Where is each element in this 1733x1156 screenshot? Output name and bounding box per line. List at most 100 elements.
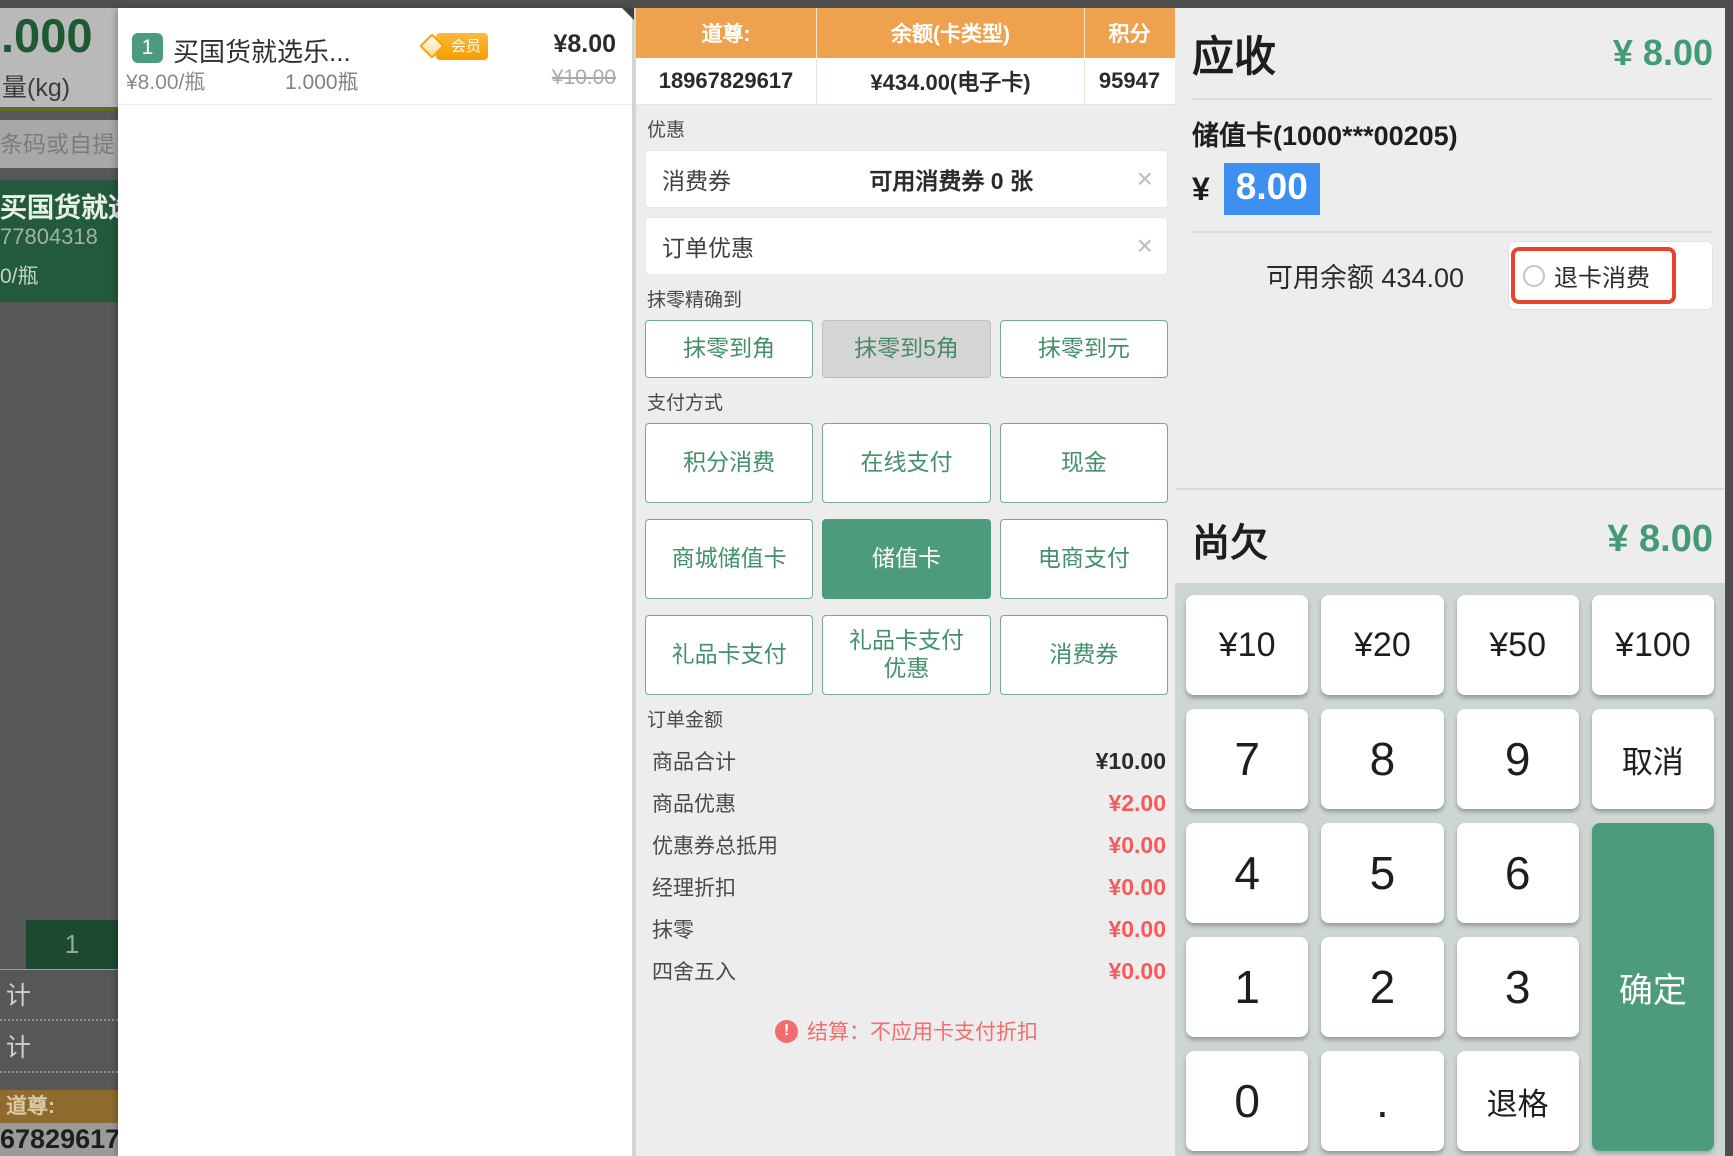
cart-item-row[interactable]: 1 买国货就选乐... 会员 ¥8.00 ¥10.00 ¥8.00/瓶 1.00… bbox=[118, 8, 632, 105]
pay-points-button[interactable]: 积分消费 bbox=[645, 423, 814, 503]
close-icon[interactable]: × bbox=[1137, 232, 1153, 260]
cart-item-unit-price: ¥8.00/瓶 bbox=[126, 71, 206, 94]
subtotal-row-2: 计 bbox=[0, 1023, 118, 1073]
confirm-key[interactable]: 确定 bbox=[1591, 823, 1714, 1151]
member-balance-value: ¥434.00(电子卡) bbox=[817, 58, 1085, 104]
order-discount-label: 订单优惠 bbox=[662, 235, 754, 261]
pay-gift-card-discount-button[interactable]: 礼品卡支付优惠 bbox=[822, 615, 991, 695]
amount-input-line: ¥ 8.00 bbox=[1192, 163, 1713, 233]
coupon-label: 消费券 bbox=[662, 168, 731, 194]
divider-notch bbox=[622, 8, 634, 20]
goods-total-value: ¥10.00 bbox=[1095, 747, 1166, 774]
order-amount-row: 商品优惠 ¥2.00 bbox=[645, 782, 1168, 824]
weight-display: .000 量(kg) bbox=[0, 8, 118, 107]
checkout-panel: 应收 ¥ 8.00 储值卡(1000***00205) ¥ 8.00 可用余额 … bbox=[1175, 8, 1725, 1156]
due-row: 尚欠 ¥ 8.00 bbox=[1192, 500, 1713, 578]
cart-panel: 1 买国货就选乐... 会员 ¥8.00 ¥10.00 ¥8.00/瓶 1.00… bbox=[118, 8, 632, 1156]
pay-cash-button[interactable]: 现金 bbox=[999, 423, 1168, 503]
numpad-1-key[interactable]: 1 bbox=[1186, 937, 1309, 1037]
numpad-6-key[interactable]: 6 bbox=[1456, 823, 1579, 923]
round-half-up-label: 四舍五入 bbox=[652, 961, 736, 984]
manager-discount-value: ¥0.00 bbox=[1108, 873, 1166, 900]
pay-coupon-button[interactable]: 消费券 bbox=[999, 615, 1168, 695]
backspace-key[interactable]: 退格 bbox=[1456, 1051, 1579, 1151]
numpad-dot-key[interactable]: . bbox=[1321, 1051, 1444, 1151]
quantity-cell: 1 bbox=[26, 920, 118, 969]
numpad-7-key[interactable]: 7 bbox=[1186, 709, 1309, 809]
order-amount-row: 抹零 ¥0.00 bbox=[645, 908, 1168, 950]
cart-item-price: ¥8.00 bbox=[553, 30, 616, 58]
cash-100-key[interactable]: ¥100 bbox=[1591, 595, 1714, 695]
cash-10-key[interactable]: ¥10 bbox=[1186, 595, 1309, 695]
order-amount-section-title: 订单金额 bbox=[647, 710, 724, 731]
order-amount-row: 四舍五入 ¥0.00 bbox=[645, 950, 1168, 992]
cart-item-quantity: 1.000瓶 bbox=[285, 71, 359, 94]
pay-mall-stored-card-button[interactable]: 商城储值卡 bbox=[645, 519, 814, 599]
goods-discount-value: ¥2.00 bbox=[1108, 789, 1166, 816]
product-unit-price: 0/瓶 bbox=[0, 265, 39, 288]
receivable-amount: ¥ 8.00 bbox=[1612, 32, 1713, 73]
order-amount-row: 优惠券总抵用 ¥0.00 bbox=[645, 824, 1168, 866]
payment-method-grid: 积分消费 在线支付 现金 商城储值卡 储值卡 电商支付 礼品卡支付 礼品卡支付优… bbox=[645, 423, 1168, 695]
due-divider bbox=[1175, 488, 1725, 490]
pay-stored-card-button[interactable]: 储值卡 bbox=[822, 519, 991, 599]
close-icon[interactable]: × bbox=[1137, 165, 1153, 193]
numpad-2-key[interactable]: 2 bbox=[1321, 937, 1444, 1037]
payment-method-section-title: 支付方式 bbox=[647, 393, 724, 414]
coupon-deduction-label: 优惠券总抵用 bbox=[652, 835, 778, 858]
rounding-label: 抹零 bbox=[652, 919, 694, 942]
member-bar: 道尊: bbox=[0, 1090, 118, 1123]
numpad-9-key[interactable]: 9 bbox=[1456, 709, 1579, 809]
numpad-8-key[interactable]: 8 bbox=[1321, 709, 1444, 809]
member-points-value: 95947 bbox=[1098, 68, 1161, 93]
alert-icon: ! bbox=[775, 1019, 798, 1043]
amount-input[interactable]: 8.00 bbox=[1223, 163, 1320, 215]
pay-ecommerce-button[interactable]: 电商支付 bbox=[999, 519, 1168, 599]
round-to-jiao-button[interactable]: 抹零到角 bbox=[645, 320, 814, 378]
quantity-row: 1 bbox=[0, 920, 118, 970]
receivable-label: 应收 bbox=[1192, 32, 1277, 80]
currency-symbol: ¥ bbox=[1192, 170, 1210, 207]
rounding-options: 抹零到角 抹零到5角 抹零到元 bbox=[645, 320, 1168, 378]
coupon-row[interactable]: 消费券 可用消费券 0 张 × bbox=[645, 150, 1168, 208]
cancel-key[interactable]: 取消 bbox=[1591, 709, 1714, 809]
cart-item-name: 买国货就选乐... bbox=[173, 37, 351, 67]
numpad-4-key[interactable]: 4 bbox=[1186, 823, 1309, 923]
cash-50-key[interactable]: ¥50 bbox=[1456, 595, 1579, 695]
pay-gift-card-button[interactable]: 礼品卡支付 bbox=[645, 615, 814, 695]
numpad-0-key[interactable]: 0 bbox=[1186, 1051, 1309, 1151]
settlement-warning: ! 结算：不应用卡支付折扣 bbox=[645, 1016, 1168, 1046]
discount-section-title: 优惠 bbox=[647, 120, 686, 141]
subtotal-row-1: 计 bbox=[0, 971, 118, 1021]
rounding-value: ¥0.00 bbox=[1108, 915, 1166, 942]
order-discount-row[interactable]: 订单优惠 × bbox=[645, 217, 1168, 275]
goods-discount-label: 商品优惠 bbox=[652, 793, 736, 816]
round-half-up-value: ¥0.00 bbox=[1108, 957, 1166, 984]
refund-label: 退卡消费 bbox=[1554, 265, 1650, 292]
round-to-5jiao-button[interactable]: 抹零到5角 bbox=[822, 320, 991, 378]
refund-option-container: 退卡消费 bbox=[1508, 241, 1713, 310]
product-name: 买国货就选 bbox=[0, 193, 118, 223]
weight-unit-label: 量(kg) bbox=[2, 74, 71, 102]
selected-product-card: 买国货就选 77804318 0/瓶 bbox=[0, 180, 118, 302]
numpad-3-key[interactable]: 3 bbox=[1456, 937, 1579, 1037]
coupon-deduction-value: ¥0.00 bbox=[1108, 831, 1166, 858]
round-to-yuan-button[interactable]: 抹零到元 bbox=[999, 320, 1168, 378]
window-top-border bbox=[0, 0, 1733, 8]
cash-20-key[interactable]: ¥20 bbox=[1321, 595, 1444, 695]
goods-total-label: 商品合计 bbox=[652, 751, 736, 774]
due-label: 尚欠 bbox=[1192, 522, 1269, 565]
member-points-header: 积分 bbox=[1108, 23, 1151, 46]
receivable-row: 应收 ¥ 8.00 bbox=[1192, 8, 1713, 100]
refund-option[interactable]: 退卡消费 bbox=[1511, 247, 1676, 304]
member-phone: 67829617 bbox=[0, 1123, 118, 1156]
numpad-5-key[interactable]: 5 bbox=[1321, 823, 1444, 923]
available-balance: 可用余额 434.00 bbox=[1265, 263, 1464, 293]
product-code: 77804318 bbox=[0, 224, 98, 249]
refund-radio[interactable] bbox=[1523, 264, 1545, 287]
member-name-header: 道尊: bbox=[636, 8, 817, 58]
rounding-section-title: 抹零精确到 bbox=[647, 290, 743, 311]
pay-online-button[interactable]: 在线支付 bbox=[822, 423, 991, 503]
coupon-available-info: 可用消费券 0 张 bbox=[869, 168, 1033, 194]
background-app-strip: .000 量(kg) 条码或自提 买国货就选 77804318 0/瓶 1 计 … bbox=[0, 8, 118, 1156]
